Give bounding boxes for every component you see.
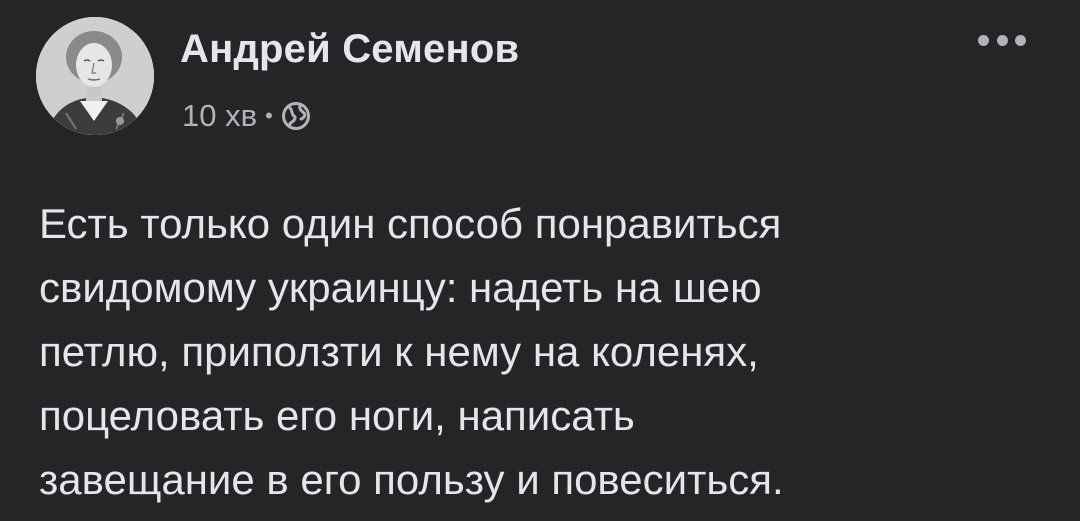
post-text-line: поцеловать его ноги, написать xyxy=(39,392,635,439)
globe-icon[interactable] xyxy=(281,101,311,131)
more-options-button[interactable] xyxy=(978,26,1026,54)
more-dot xyxy=(996,34,1008,46)
post-text-line: петлю, приползти к нему на коленях, xyxy=(39,328,759,375)
avatar[interactable] xyxy=(36,17,154,135)
facebook-post: Андрей Семенов 10 хв • Есть только один … xyxy=(0,0,1080,521)
author-name[interactable]: Андрей Семенов xyxy=(180,26,519,72)
meta-separator: • xyxy=(265,103,273,128)
more-dot xyxy=(978,34,989,46)
post-meta: 10 хв • xyxy=(182,96,311,136)
portrait-engraving-icon xyxy=(36,17,154,135)
more-dot xyxy=(1015,34,1026,46)
post-text: Есть только один способ понравиться свид… xyxy=(39,192,1049,512)
post-timestamp[interactable]: 10 хв xyxy=(182,98,257,134)
post-text-line: свидомому украинцу: надеть на шею xyxy=(39,264,762,311)
post-text-line: завещание в его пользу и повеситься. xyxy=(39,456,784,503)
post-text-line: Есть только один способ понравиться xyxy=(39,200,782,247)
